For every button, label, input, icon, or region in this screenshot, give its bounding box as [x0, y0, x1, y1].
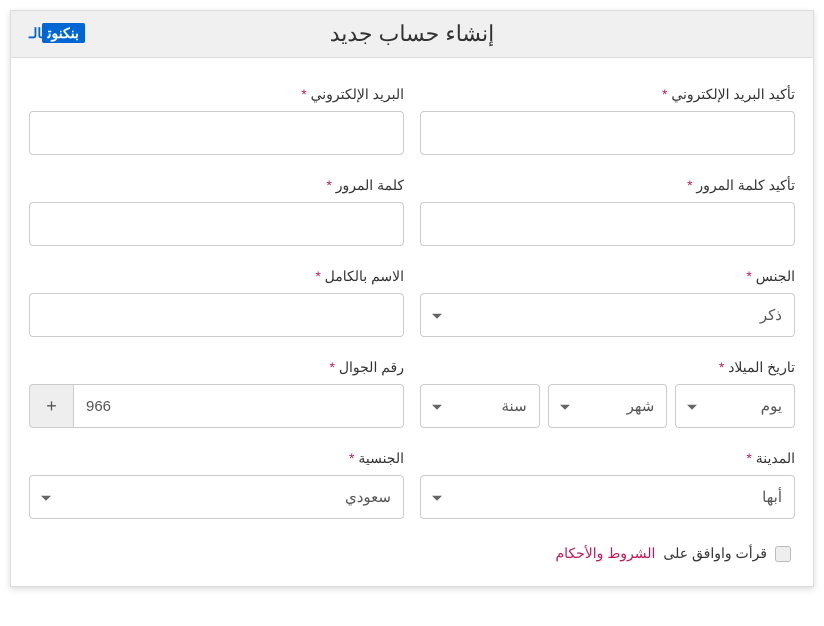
- label-city: المدينة *: [420, 450, 795, 467]
- required-mark: *: [746, 268, 751, 284]
- mobile-plus-addon: +: [29, 384, 73, 428]
- password-confirm-field[interactable]: [420, 202, 795, 246]
- row-password: كلمة المرور * تأكيد كلمة المرور *: [29, 177, 795, 246]
- mobile-group: +: [29, 384, 404, 428]
- label-email: البريد الإلكتروني *: [29, 86, 404, 103]
- label-gender: الجنس *: [420, 268, 795, 285]
- brand-prefix: الـ: [29, 25, 42, 41]
- required-mark: *: [301, 86, 306, 102]
- required-mark: *: [746, 450, 751, 466]
- brand-logo: بنكنوتالـ: [29, 25, 85, 43]
- row-mobile-dob: رقم الجوال * + تاريخ الميلاد * يوم: [29, 359, 795, 428]
- required-mark: *: [687, 177, 692, 193]
- required-mark: *: [330, 359, 335, 375]
- signup-form-container: إنشاء حساب جديد بنكنوتالـ البريد الإلكتر…: [10, 10, 814, 587]
- label-fullname: الاسم بالكامل *: [29, 268, 404, 285]
- required-mark: *: [662, 86, 667, 102]
- fullname-field[interactable]: [29, 293, 404, 337]
- label-password-confirm: تأكيد كلمة المرور *: [420, 177, 795, 194]
- row-email: البريد الإلكتروني * تأكيد البريد الإلكتر…: [29, 86, 795, 155]
- form-body: البريد الإلكتروني * تأكيد البريد الإلكتر…: [11, 58, 813, 586]
- label-dob: تاريخ الميلاد *: [420, 359, 795, 376]
- brand-name: بنكنوت: [42, 23, 85, 43]
- terms-checkbox[interactable]: [775, 546, 791, 562]
- row-name-gender: الاسم بالكامل * الجنس * ذكر: [29, 268, 795, 337]
- nationality-select[interactable]: سعودي: [29, 475, 404, 519]
- page-title: إنشاء حساب جديد: [27, 21, 797, 47]
- gender-select[interactable]: ذكر: [420, 293, 795, 337]
- dob-day-select[interactable]: يوم: [675, 384, 795, 428]
- dob-group: يوم شهر سنة: [420, 384, 795, 428]
- required-mark: *: [349, 450, 354, 466]
- form-header: إنشاء حساب جديد بنكنوتالـ: [11, 11, 813, 58]
- required-mark: *: [719, 359, 724, 375]
- label-nationality: الجنسية *: [29, 450, 404, 467]
- email-confirm-field[interactable]: [420, 111, 795, 155]
- dob-month-select[interactable]: شهر: [548, 384, 668, 428]
- label-email-confirm: تأكيد البريد الإلكتروني *: [420, 86, 795, 103]
- dob-year-select[interactable]: سنة: [420, 384, 540, 428]
- city-select[interactable]: أبها: [420, 475, 795, 519]
- password-field[interactable]: [29, 202, 404, 246]
- mobile-field[interactable]: [73, 384, 404, 428]
- required-mark: *: [326, 177, 331, 193]
- required-mark: *: [315, 268, 320, 284]
- label-password: كلمة المرور *: [29, 177, 404, 194]
- terms-link[interactable]: الشروط والأحكام: [555, 545, 655, 562]
- label-mobile: رقم الجوال *: [29, 359, 404, 376]
- terms-row: قرأت واوافق على الشروط والأحكام: [29, 541, 795, 570]
- row-nat-city: الجنسية * سعودي المدينة * أبها: [29, 450, 795, 519]
- terms-text: قرأت واوافق على: [663, 545, 767, 562]
- email-field[interactable]: [29, 111, 404, 155]
